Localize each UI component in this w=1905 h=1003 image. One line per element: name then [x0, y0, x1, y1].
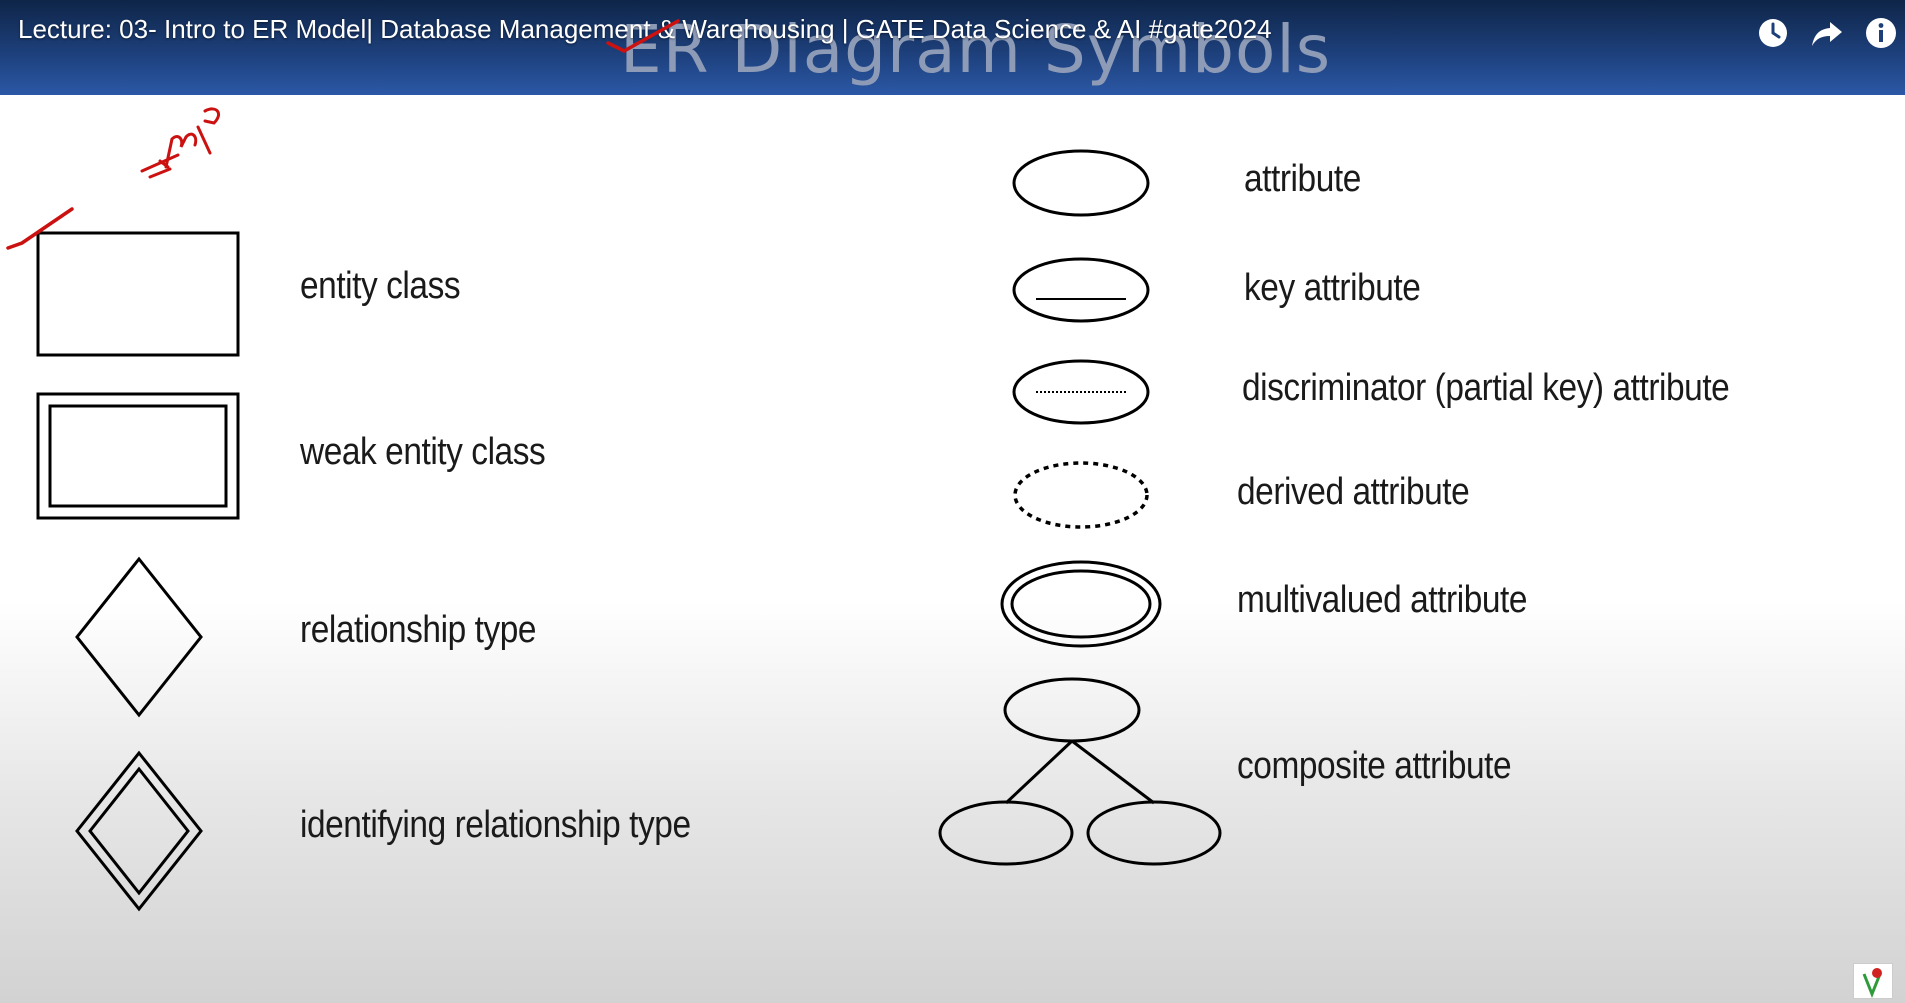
er-symbols-diagram: entity class weak entity class relations…	[0, 19, 1905, 1003]
multivalued-attribute-double-ellipse-symbol	[1000, 560, 1162, 648]
clock-icon	[1759, 19, 1787, 47]
key-attribute-label: key attribute	[1244, 267, 1421, 309]
derived-attribute-label: derived attribute	[1237, 471, 1470, 513]
tick-mark-annotation	[606, 19, 680, 53]
imp-handwritten-annotation	[6, 107, 220, 250]
channel-logo[interactable]	[1853, 963, 1893, 999]
attribute-label: attribute	[1244, 158, 1361, 200]
composite-attribute-tree-symbol	[938, 677, 1222, 866]
channel-logo-icon	[1862, 968, 1882, 999]
weak-entity-double-rectangle-symbol	[36, 392, 240, 520]
share-button[interactable]	[1808, 14, 1846, 52]
entity-class-label: entity class	[300, 265, 461, 307]
info-icon	[1866, 18, 1896, 48]
multivalued-attribute-label: multivalued attribute	[1237, 579, 1528, 621]
watch-later-button[interactable]	[1754, 14, 1792, 52]
slide-header-band: ER Diagram Symbols Lecture: 03- Intro to…	[0, 0, 1905, 95]
weak-entity-class-label: weak entity class	[300, 431, 546, 473]
relationship-type-label: relationship type	[300, 609, 537, 651]
info-button[interactable]	[1862, 14, 1900, 52]
derived-attribute-dashed-ellipse-symbol	[1013, 461, 1149, 529]
key-attribute-ellipse-symbol	[1012, 257, 1150, 323]
discriminator-attribute-ellipse-symbol	[1012, 359, 1150, 425]
identifying-relationship-type-label: identifying relationship type	[300, 804, 691, 846]
discriminator-attribute-label: discriminator (partial key) attribute	[1242, 367, 1730, 409]
attribute-ellipse-symbol	[1012, 149, 1150, 217]
identifying-relationship-double-diamond-symbol	[75, 750, 203, 912]
share-arrow-icon	[1812, 22, 1842, 46]
relationship-diamond-symbol	[75, 556, 203, 718]
video-player[interactable]: ER Diagram Symbols Lecture: 03- Intro to…	[0, 0, 1905, 1003]
composite-attribute-label: composite attribute	[1237, 745, 1512, 787]
